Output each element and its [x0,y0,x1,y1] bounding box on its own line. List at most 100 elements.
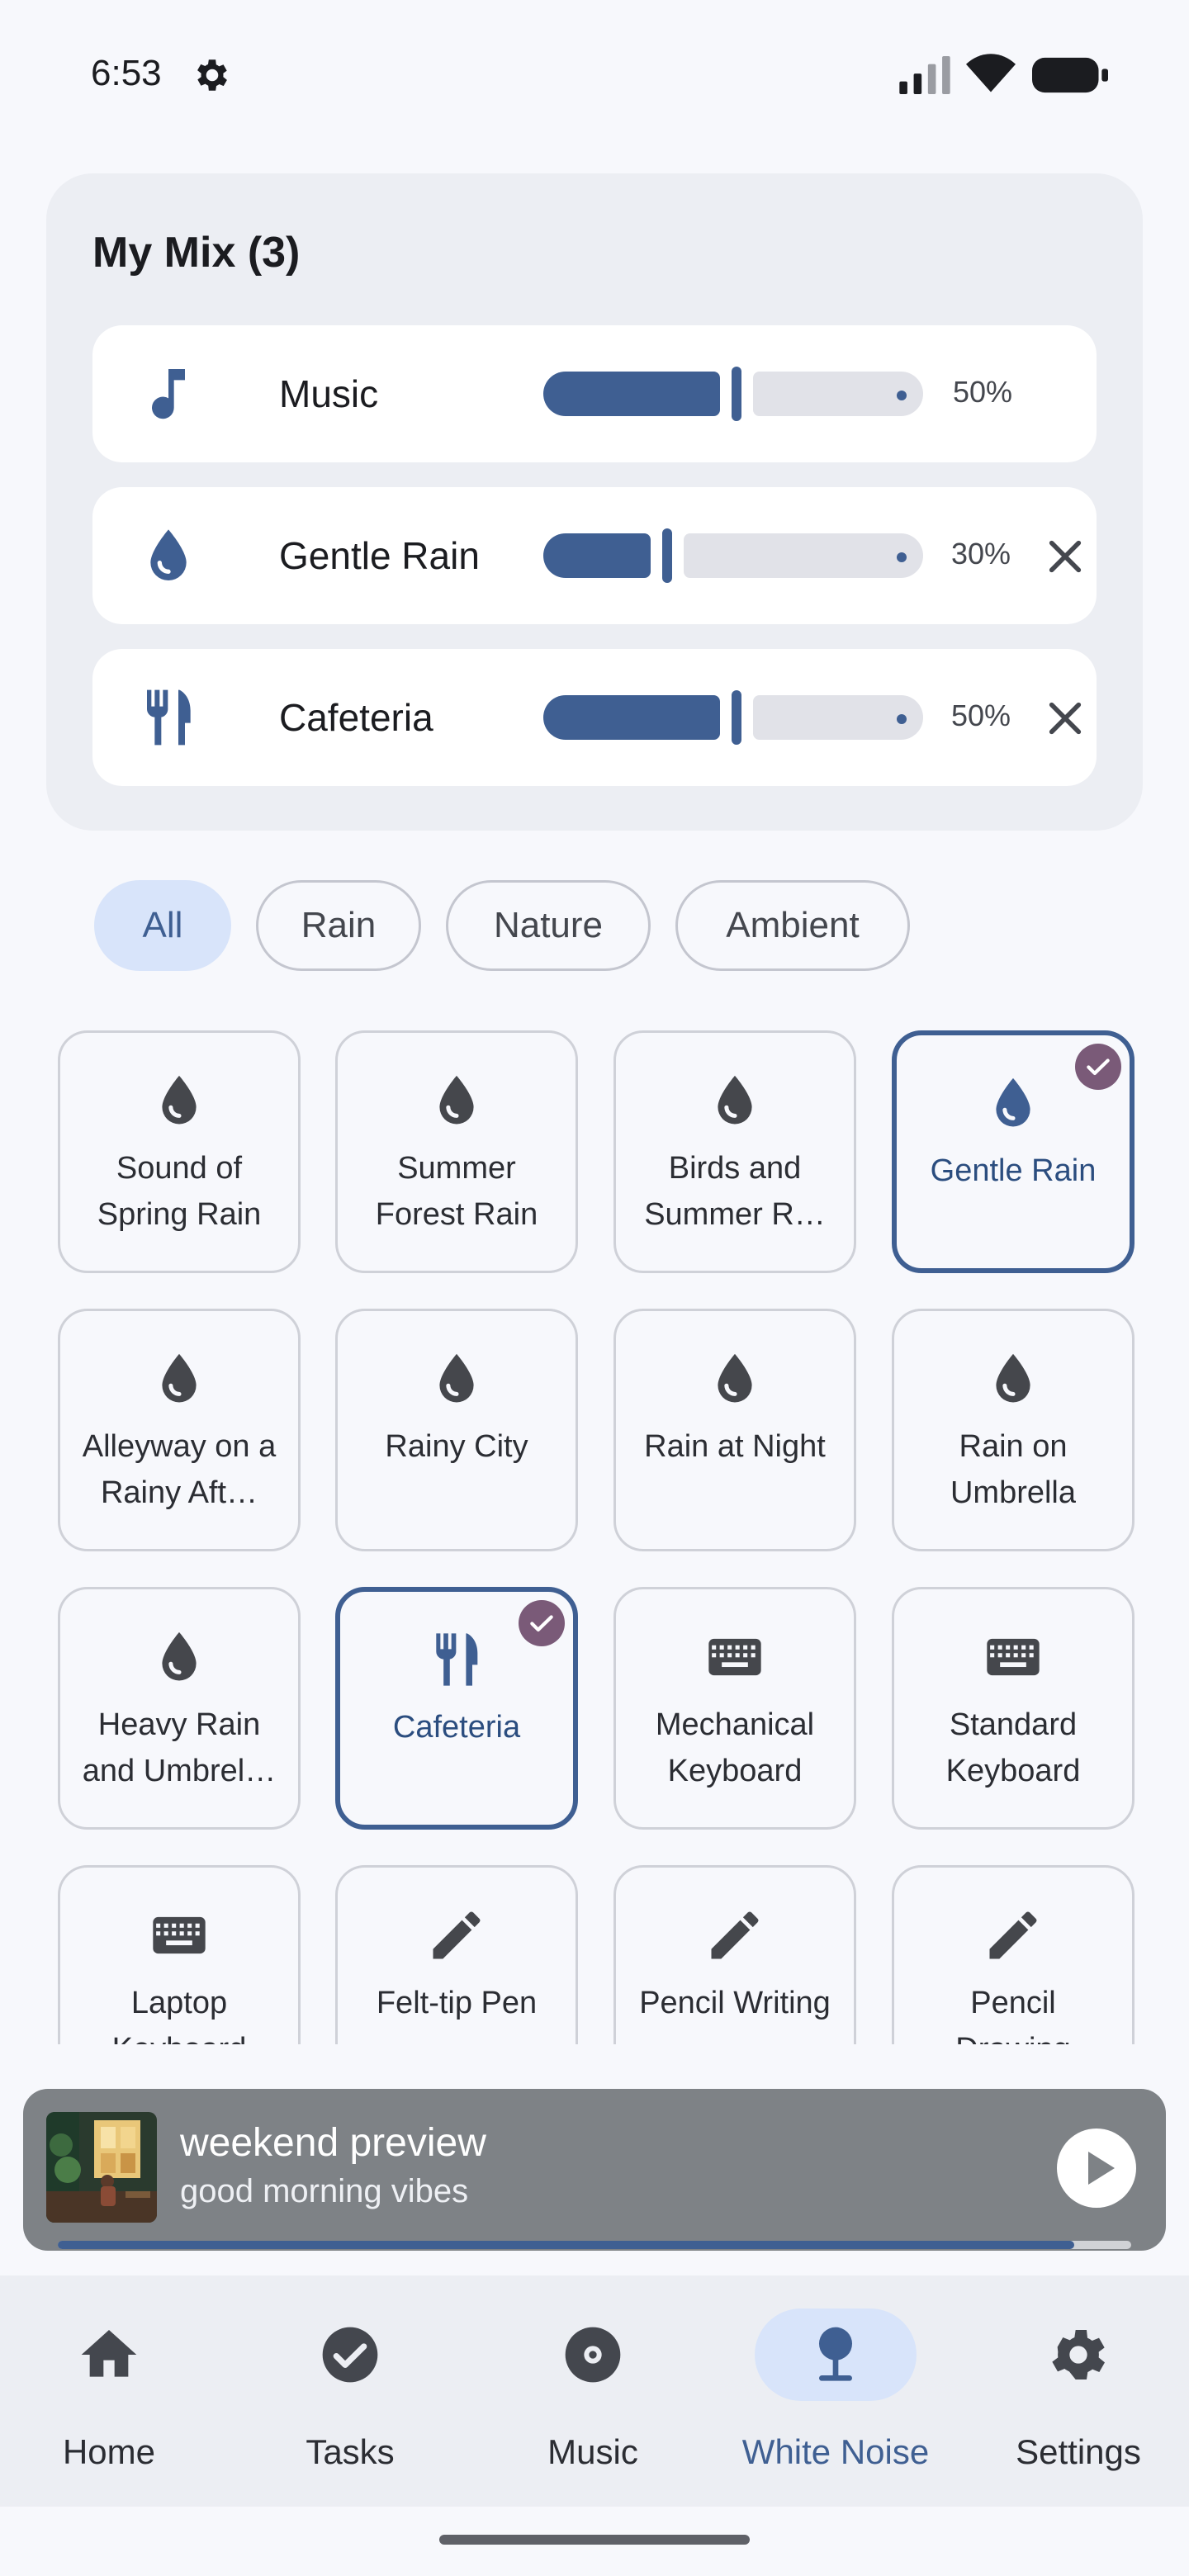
player-track-title: weekend preview [180,2121,486,2165]
mix-item-gentle-rain: Gentle Rain 30% [92,487,1097,624]
nav-label: Settings [1016,2432,1141,2471]
nav-white-noise[interactable]: White Noise [728,2308,943,2474]
slider-handle[interactable] [662,528,672,583]
nav-home[interactable]: Home [2,2308,216,2474]
sound-tile-label: Mechanical Keyboard [655,1707,815,1788]
water-drop-icon [439,1353,474,1403]
disc-icon [565,2327,621,2383]
sound-tile-label: Sound of Spring Rain [97,1151,262,1232]
sound-tile-label: Laptop Keyboard [112,1986,247,2044]
mix-item-label: Music [279,372,379,415]
slider-fill [543,372,720,416]
sound-tile[interactable]: Gentle Rain [892,1030,1135,1273]
mix-item-music: Music 50% [92,325,1097,462]
my-mix-title: My Mix (3) [92,229,301,277]
music-note-icon [152,369,185,419]
sound-tile-label: Cafeteria [392,1710,521,1745]
water-drop-icon [150,529,187,580]
sound-tile[interactable]: Rain at Night [613,1309,856,1551]
volume-percent: 30% [951,537,1011,571]
nav-label: Tasks [306,2432,395,2471]
keyboard-icon [987,1638,1040,1676]
check-circle-icon [322,2327,378,2383]
selected-check-badge [519,1600,565,1646]
slider-track [753,372,923,416]
sound-tile-label: Alleyway on a Rainy Aft… [82,1429,277,1510]
sound-tile[interactable]: Rainy City [335,1309,578,1551]
close-icon[interactable] [1042,533,1088,580]
pencil-icon [989,1911,1037,1959]
sound-tile[interactable]: Standard Keyboard [892,1587,1135,1830]
sound-tile[interactable]: Pencil Drawing [892,1865,1135,2044]
sound-tile[interactable]: Summer Forest Rain [335,1030,578,1273]
restaurant-icon [435,1633,478,1686]
water-drop-icon [439,1075,474,1125]
slider-end-dot [897,552,907,562]
restaurant-icon [146,689,191,746]
bottom-navigation: Home Tasks Music White Noise Settings [0,2275,1189,2507]
slider-handle[interactable] [732,367,741,421]
slider-handle[interactable] [732,690,741,745]
filter-chip-all[interactable]: All [94,880,231,971]
volume-percent: 50% [953,375,1013,409]
selected-check-badge [1075,1044,1121,1090]
sound-tile[interactable]: Rain on Umbrella [892,1309,1135,1551]
volume-slider[interactable] [543,690,923,745]
sound-tile-label: Heavy Rain and Umbrel… [82,1707,277,1788]
mini-player[interactable]: weekend preview good morning vibes [23,2089,1166,2251]
close-icon[interactable] [1042,695,1088,741]
keyboard-icon [153,1916,206,1954]
sound-tile-label: Standard Keyboard [945,1707,1081,1788]
sound-tile-label: Felt-tip Pen [376,1986,538,2020]
sound-tile[interactable]: Birds and Summer R… [613,1030,856,1273]
status-bar: 6:53 [0,0,1189,149]
pencil-icon [711,1911,759,1959]
playback-progress-fill [58,2241,1075,2249]
album-art [46,2112,157,2223]
volume-slider[interactable] [543,367,923,421]
water-drop-icon [162,1075,197,1125]
play-button[interactable] [1057,2129,1136,2208]
sound-tile[interactable]: Cafeteria [335,1587,578,1830]
sound-grid: Sound of Spring Rain Summer Forest Rain Bi… [0,1024,1189,2044]
slider-track [753,695,923,740]
nav-settings[interactable]: Settings [971,2308,1186,2474]
check-icon [1087,1058,1110,1076]
nav-label: Home [62,2432,156,2471]
sound-tile[interactable]: Felt-tip Pen [335,1865,578,2044]
water-drop-icon [162,1631,197,1681]
filter-chip-nature[interactable]: Nature [446,880,651,971]
water-drop-icon [718,1075,752,1125]
playback-progress[interactable] [58,2241,1131,2249]
sound-tile-label: Rain on Umbrella [950,1429,1077,1510]
mix-item-label: Gentle Rain [279,534,480,577]
gear-icon [1052,2330,1105,2379]
sound-tile[interactable]: Pencil Writing [613,1865,856,2044]
nav-tasks[interactable]: Tasks [243,2308,457,2474]
white-noise-icon [819,2327,852,2381]
status-time: 6:53 [91,53,162,93]
filter-chip-ambient[interactable]: Ambient [675,880,910,971]
battery-icon [1032,57,1108,93]
gear-icon [197,59,227,91]
nav-music[interactable]: Music [486,2308,700,2474]
sound-tile-label: Gentle Rain [930,1153,1097,1188]
sound-tile-label: Pencil Drawing [955,1986,1070,2044]
sound-tile[interactable]: Laptop Keyboard [58,1865,301,2044]
water-drop-icon [162,1353,197,1403]
water-drop-icon [718,1353,752,1403]
sound-tile[interactable]: Heavy Rain and Umbrel… [58,1587,301,1830]
nav-label: White Noise [741,2432,930,2471]
water-drop-icon [996,1353,1030,1403]
sound-tile-label: Birds and Summer R… [644,1151,826,1232]
wifi-icon [966,54,1016,92]
mix-item-cafeteria: Cafeteria 50% [92,649,1097,786]
sound-tile[interactable]: Alleyway on a Rainy Aft… [58,1309,301,1551]
sound-tile[interactable]: Mechanical Keyboard [613,1587,856,1830]
sound-tile-label: Rainy City [385,1429,528,1464]
volume-slider[interactable] [543,528,923,583]
sound-tile-label: Rain at Night [644,1429,826,1464]
slider-end-dot [897,391,907,400]
sound-tile[interactable]: Sound of Spring Rain [58,1030,301,1273]
filter-chip-rain[interactable]: Rain [256,880,421,971]
